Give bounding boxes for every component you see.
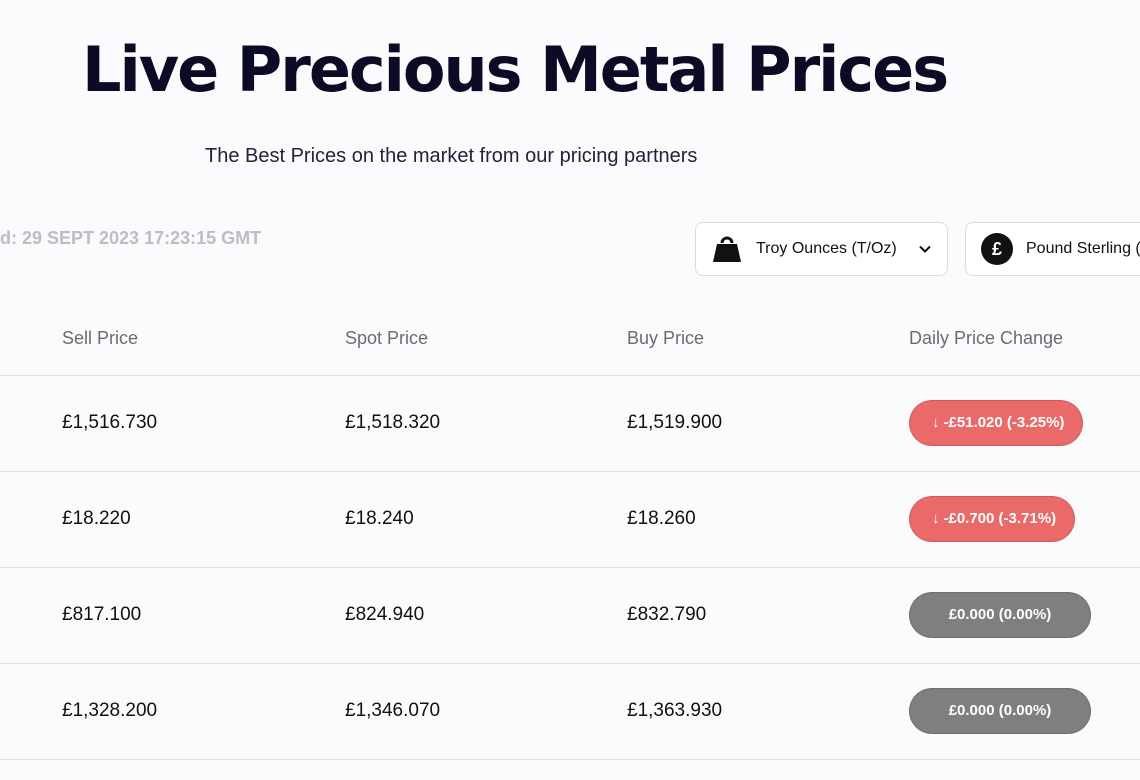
price-change-value: -£51.020 (-3.25%)	[943, 414, 1065, 431]
buy-price: £1,363.930	[627, 700, 723, 721]
table-row: £1,516.730 £1,518.320 £1,519.900 ↓ -£51.0…	[0, 376, 1140, 472]
price-change-badge: ↓ -£51.020 (-3.25%)	[909, 400, 1084, 446]
table-row: £817.100 £824.940 £832.790 £0.000 (0.00%…	[0, 568, 1140, 664]
column-header-change: Daily Price Change	[909, 328, 1064, 348]
column-header-spot: Spot Price	[345, 328, 429, 348]
pound-glyph: £	[981, 233, 1013, 265]
currency-dropdown[interactable]: £ Pound Sterling (	[965, 222, 1140, 276]
sell-price: £1,516.730	[62, 412, 158, 433]
buy-price: £18.260	[627, 508, 696, 529]
page-title: Live Precious Metal Prices	[82, 33, 949, 106]
pound-icon: £	[980, 232, 1014, 266]
price-change-badge: ↓ -£0.700 (-3.71%)	[909, 496, 1076, 542]
table-row: £18.220 £18.240 £18.260 ↓ -£0.700 (-3.71%…	[0, 472, 1140, 568]
spot-price: £18.240	[345, 508, 414, 529]
price-change-badge: £0.000 (0.00%)	[909, 592, 1091, 638]
price-change-badge: £0.000 (0.00%)	[909, 688, 1091, 734]
last-updated: d: 29 SEPT 2023 17:23:15 GMT	[0, 226, 300, 250]
spot-price: £1,518.320	[345, 412, 441, 433]
price-change-value: £0.000 (0.00%)	[948, 702, 1052, 719]
buy-price: £832.790	[627, 604, 707, 625]
weight-unit-dropdown[interactable]: Troy Ounces (T/Oz)	[695, 222, 948, 276]
prices-table: Sell Price Spot Price Buy Price Daily Pr…	[0, 300, 1140, 760]
spot-price: £824.940	[345, 604, 425, 625]
column-header-buy: Buy Price	[627, 328, 705, 348]
price-change-value: £0.000 (0.00%)	[948, 606, 1052, 623]
buy-price: £1,519.900	[627, 412, 723, 433]
sell-price: £817.100	[62, 604, 142, 625]
page-subtitle: The Best Prices on the market from our p…	[205, 145, 698, 167]
price-change-value: -£0.700 (-3.71%)	[943, 510, 1057, 527]
arrow-down-icon: ↓	[932, 414, 940, 431]
weight-unit-label: Troy Ounces (T/Oz)	[756, 240, 897, 257]
sell-price: £1,328.200	[62, 700, 158, 721]
column-header-sell: Sell Price	[62, 328, 139, 348]
currency-label: Pound Sterling (	[1026, 240, 1140, 257]
table-row: £1,328.200 £1,346.070 £1,363.930 £0.000 …	[0, 664, 1140, 760]
chevron-down-icon	[919, 245, 931, 253]
sell-price: £18.220	[62, 508, 131, 529]
spot-price: £1,346.070	[345, 700, 441, 721]
last-updated-text: d: 29 SEPT 2023 17:23:15 GMT	[0, 228, 262, 248]
weight-icon	[710, 232, 744, 266]
table-header: Sell Price Spot Price Buy Price Daily Pr…	[0, 300, 1140, 376]
arrow-down-icon: ↓	[932, 510, 940, 527]
